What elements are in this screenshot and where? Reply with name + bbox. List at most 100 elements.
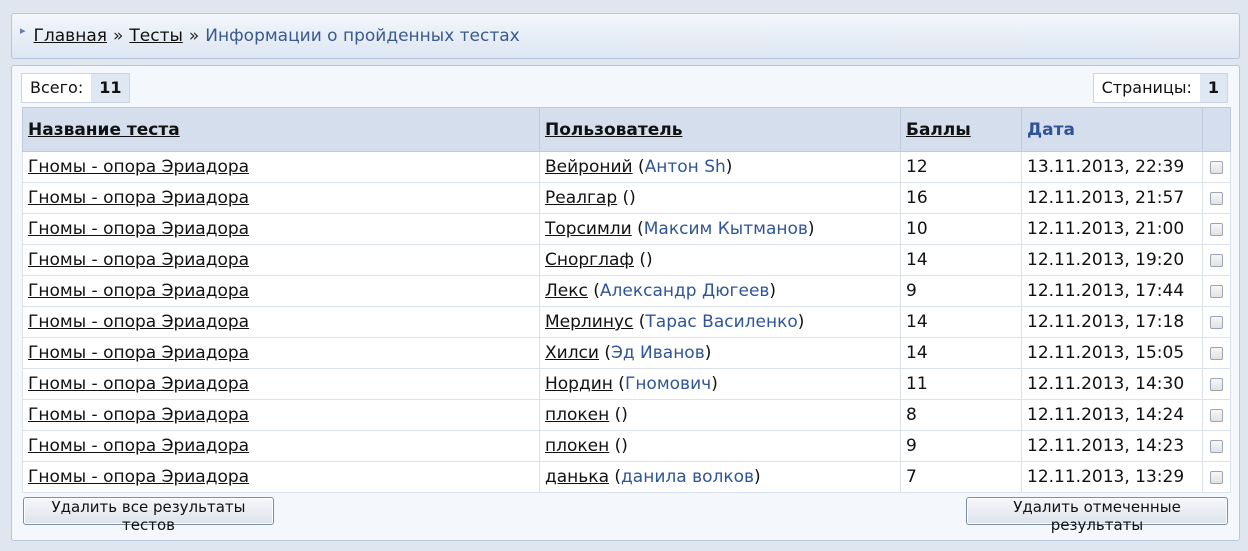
column-header-user[interactable]: Пользователь (539, 107, 901, 152)
user-login-link[interactable]: Мерлинус (545, 312, 633, 332)
column-header-select (1202, 107, 1231, 152)
table-row: Гномы - опора Эриадора Вейроний (Антон Sh… (22, 151, 1231, 183)
pages-value[interactable]: 1 (1199, 74, 1227, 102)
table-header-row: Название теста Пользователь Баллы Дата (22, 107, 1231, 152)
cell-test: Гномы - опора Эриадора (22, 368, 540, 400)
table-row: Гномы - опора Эриадора Хилси (Эд Иванов) 1… (22, 337, 1231, 369)
user-fullname-empty: () (614, 405, 628, 425)
results-table: Название теста Пользователь Баллы Дата Г… (22, 107, 1231, 493)
test-name-link[interactable]: Гномы - опора Эриадора (28, 374, 249, 394)
sort-test-link[interactable]: Название теста (28, 120, 180, 140)
cell-test: Гномы - опора Эриадора (22, 151, 540, 183)
cell-select (1202, 368, 1231, 400)
test-name-link[interactable]: Гномы - опора Эриадора (28, 250, 249, 270)
user-fullname-link[interactable]: данила волков (621, 467, 754, 487)
row-select-checkbox[interactable] (1210, 315, 1223, 329)
table-row: Гномы - опора Эриадора Мерлинус (Тарас Ва… (22, 306, 1231, 338)
table-row: Гномы - опора Эриадора плокен () 8 12.11.20… (22, 399, 1231, 431)
cell-date: 12.11.2013, 21:57 (1021, 182, 1203, 214)
breadcrumb-arrow-icon: ▸ (20, 23, 26, 37)
cell-date: 12.11.2013, 19:20 (1021, 244, 1203, 276)
test-name-link[interactable]: Гномы - опора Эриадора (28, 157, 249, 177)
cell-test: Гномы - опора Эриадора (22, 461, 540, 493)
user-login-link[interactable]: плокен (545, 436, 609, 456)
breadcrumb-current-page: Информации о пройденных тестах (205, 26, 520, 46)
column-header-score[interactable]: Баллы (900, 107, 1022, 152)
row-select-checkbox[interactable] (1210, 160, 1223, 174)
test-name-link[interactable]: Гномы - опора Эриадора (28, 405, 249, 425)
cell-date: 12.11.2013, 14:30 (1021, 368, 1203, 400)
row-select-checkbox[interactable] (1210, 439, 1223, 453)
cell-user: плокен () (539, 430, 901, 462)
row-select-checkbox[interactable] (1210, 191, 1223, 205)
delete-all-results-button[interactable]: Удалить все результаты тестов (23, 497, 274, 534)
test-name-link[interactable]: Гномы - опора Эриадора (28, 343, 249, 363)
user-login-link[interactable]: Лекс (545, 281, 588, 301)
cell-user: Торсимли (Максим Кытманов) (539, 213, 901, 245)
user-login-link[interactable]: Реалгар (545, 188, 617, 208)
user-login-link[interactable]: Хилси (545, 343, 599, 363)
row-select-checkbox[interactable] (1210, 346, 1223, 360)
user-fullname-link[interactable]: Эд Иванов (611, 343, 705, 363)
cell-select (1202, 337, 1231, 369)
user-login-link[interactable]: Торсимли (545, 219, 632, 239)
test-name-link[interactable]: Гномы - опора Эриадора (28, 312, 249, 332)
test-name-link[interactable]: Гномы - опора Эриадора (28, 188, 249, 208)
row-select-checkbox[interactable] (1210, 377, 1223, 391)
user-login-link[interactable]: Снорглаф (545, 250, 634, 270)
row-select-checkbox[interactable] (1210, 284, 1223, 298)
row-select-checkbox[interactable] (1210, 408, 1223, 422)
table-row: Гномы - опора Эриадора Снорглаф () 14 12.11… (22, 244, 1231, 276)
cell-user: данька (данила волков) (539, 461, 901, 493)
cell-test: Гномы - опора Эриадора (22, 337, 540, 369)
user-login-link[interactable]: данька (545, 467, 609, 487)
test-name-link[interactable]: Гномы - опора Эриадора (28, 281, 249, 301)
breadcrumb-home-link[interactable]: Главная (34, 26, 107, 46)
table-row: Гномы - опора Эриадора Лекс (Александр Дю… (22, 275, 1231, 307)
cell-select (1202, 275, 1231, 307)
breadcrumb-separator: » (188, 26, 200, 46)
sort-score-link[interactable]: Баллы (906, 120, 971, 140)
cell-test: Гномы - опора Эриадора (22, 275, 540, 307)
cell-score: 9 (900, 275, 1022, 307)
user-fullname-link[interactable]: Тарас Василенко (645, 312, 797, 332)
breadcrumb-tests-link[interactable]: Тесты (129, 26, 183, 46)
user-fullname-link[interactable]: Александр Дюгеев (600, 281, 770, 301)
column-header-test[interactable]: Название теста (22, 107, 540, 152)
cell-date: 12.11.2013, 14:24 (1021, 399, 1203, 431)
row-select-checkbox[interactable] (1210, 253, 1223, 267)
user-login-link[interactable]: Вейроний (545, 157, 633, 177)
cell-test: Гномы - опора Эриадора (22, 399, 540, 431)
total-label: Всего: (30, 78, 84, 97)
user-login-link[interactable]: плокен (545, 405, 609, 425)
cell-score: 14 (900, 244, 1022, 276)
cell-test: Гномы - опора Эриадора (22, 306, 540, 338)
cell-test: Гномы - опора Эриадора (22, 430, 540, 462)
test-name-link[interactable]: Гномы - опора Эриадора (28, 219, 249, 239)
user-fullname-link[interactable]: Максим Кытманов (644, 219, 808, 239)
cell-score: 7 (900, 461, 1022, 493)
delete-selected-results-button[interactable]: Удалить отмеченные результаты (966, 497, 1228, 534)
cell-select (1202, 430, 1231, 462)
cell-test: Гномы - опора Эриадора (22, 213, 540, 245)
total-counter: Всего: 11 (21, 73, 131, 103)
cell-user: Реалгар () (539, 182, 901, 214)
cell-test: Гномы - опора Эриадора (22, 182, 540, 214)
table-row: Гномы - опора Эриадора плокен () 9 12.11.20… (22, 430, 1231, 462)
row-select-checkbox[interactable] (1210, 470, 1223, 484)
pages-counter: Страницы: 1 (1092, 73, 1228, 103)
cell-select (1202, 213, 1231, 245)
table-row: Гномы - опора Эриадора данька (данила вол… (22, 461, 1231, 493)
user-fullname-link[interactable]: Антон Sh (645, 157, 726, 177)
row-select-checkbox[interactable] (1210, 222, 1223, 236)
cell-select (1202, 244, 1231, 276)
user-fullname-link[interactable]: Гномович (625, 374, 711, 394)
cell-user: Мерлинус (Тарас Василенко) (539, 306, 901, 338)
test-name-link[interactable]: Гномы - опора Эриадора (28, 467, 249, 487)
user-login-link[interactable]: Нордин (545, 374, 613, 394)
cell-test: Гномы - опора Эриадора (22, 244, 540, 276)
cell-score: 16 (900, 182, 1022, 214)
test-name-link[interactable]: Гномы - опора Эриадора (28, 436, 249, 456)
sort-user-link[interactable]: Пользователь (545, 120, 682, 140)
cell-score: 12 (900, 151, 1022, 183)
